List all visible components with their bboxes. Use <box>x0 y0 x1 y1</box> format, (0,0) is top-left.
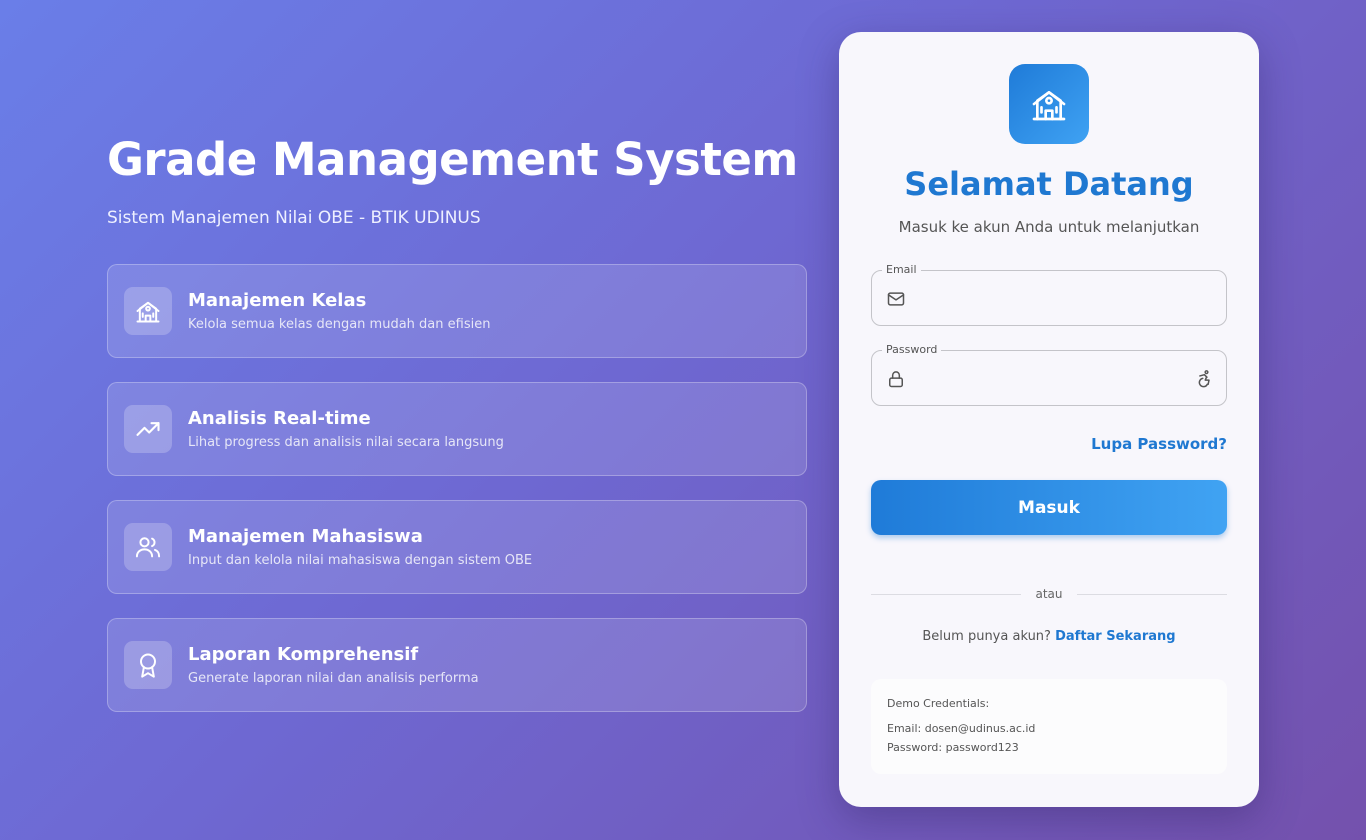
signup-row: Belum punya akun? Daftar Sekarang <box>839 629 1259 644</box>
feature-description: Generate laporan nilai dan analisis perf… <box>188 671 479 686</box>
users-icon <box>124 523 172 571</box>
feature-description: Input dan kelola nilai mahasiswa dengan … <box>188 553 533 568</box>
divider-text: atau <box>1035 587 1063 601</box>
feature-card-analisis: Analisis Real-time Lihat progress dan an… <box>107 382 807 476</box>
trending-up-icon <box>124 405 172 453</box>
lock-icon <box>886 369 906 393</box>
email-field[interactable]: Email <box>871 263 1227 326</box>
feature-title: Manajemen Mahasiswa <box>188 526 423 547</box>
demo-heading: Demo Credentials: <box>887 697 990 710</box>
email-label: Email <box>882 263 921 276</box>
demo-credentials: Demo Credentials: Email: dosen@udinus.ac… <box>871 679 1227 774</box>
feature-title: Analisis Real-time <box>188 408 371 429</box>
mail-icon <box>886 289 906 313</box>
email-input[interactable] <box>916 285 1182 313</box>
divider-line <box>1076 593 1227 595</box>
divider-line <box>871 593 1022 595</box>
welcome-subtext: Masuk ke akun Anda untuk melanjutkan <box>898 218 1200 236</box>
school-icon <box>124 287 172 335</box>
demo-email: Email: dosen@udinus.ac.id <box>887 722 1036 735</box>
password-field[interactable]: Password <box>871 343 1227 406</box>
hero: Grade Management System Sistem Manajemen… <box>107 132 807 228</box>
feature-title: Laporan Komprehensif <box>188 644 419 665</box>
signup-prompt: Belum punya akun? <box>922 629 1051 644</box>
feature-list: Manajemen Kelas Kelola semua kelas denga… <box>107 264 807 736</box>
award-icon <box>124 641 172 689</box>
feature-card-laporan: Laporan Komprehensif Generate laporan ni… <box>107 618 807 712</box>
page-subtitle: Sistem Manajemen Nilai OBE - BTIK UDINUS <box>107 208 481 228</box>
divider: atau <box>871 584 1227 604</box>
page-title: Grade Management System <box>107 133 798 186</box>
password-label: Password <box>882 343 942 356</box>
login-button[interactable]: Masuk <box>871 480 1227 535</box>
password-input[interactable] <box>916 365 1182 393</box>
welcome-heading: Selamat Datang <box>904 165 1194 203</box>
login-card: Selamat Datang Masuk ke akun Anda untuk … <box>839 32 1259 807</box>
feature-card-kelas: Manajemen Kelas Kelola semua kelas denga… <box>107 264 807 358</box>
feature-description: Lihat progress dan analisis nilai secara… <box>188 435 504 450</box>
feature-title: Manajemen Kelas <box>188 290 367 311</box>
demo-password: Password: password123 <box>887 741 1019 754</box>
signup-link[interactable]: Daftar Sekarang <box>1055 629 1176 644</box>
school-icon <box>1009 64 1089 144</box>
accessibility-icon[interactable] <box>1194 368 1214 392</box>
feature-card-mahasiswa: Manajemen Mahasiswa Input dan kelola nil… <box>107 500 807 594</box>
forgot-password-link[interactable]: Lupa Password? <box>1091 435 1227 453</box>
feature-description: Kelola semua kelas dengan mudah dan efis… <box>188 317 491 332</box>
